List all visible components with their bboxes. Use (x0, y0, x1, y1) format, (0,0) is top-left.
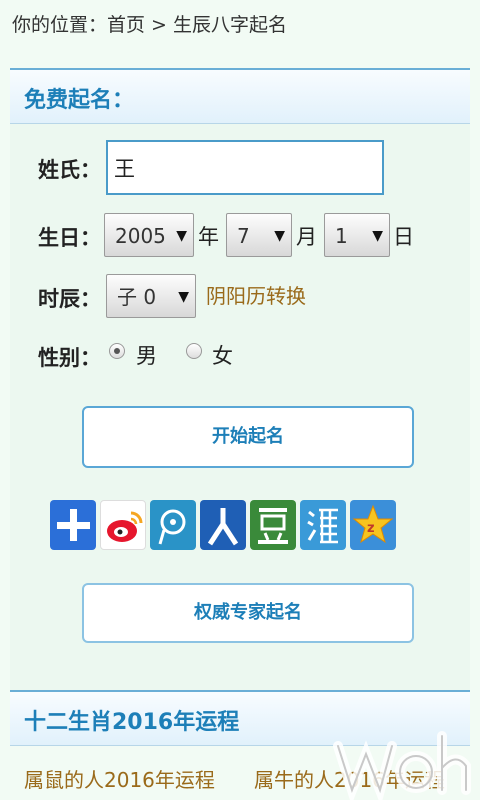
birthday-label: 生日： (38, 226, 101, 250)
qzone-plus-icon[interactable] (50, 500, 96, 550)
breadcrumb-separator: > (151, 14, 167, 36)
renren-icon[interactable] (200, 500, 246, 550)
gender-female-label[interactable]: 女 (212, 340, 233, 370)
birth-day-select[interactable]: 1 ▼ (324, 213, 390, 257)
birth-year-select[interactable]: 2005 ▼ (104, 213, 194, 257)
birth-month-dropdown-icon: ▼ (274, 228, 285, 244)
breadcrumb: 你的位置：首页 > 生辰八字起名 (12, 10, 287, 37)
zodiac-fortune-title: 十二生肖2016年运程 (24, 710, 240, 735)
birth-hour-dropdown-icon: ▼ (178, 289, 189, 305)
birth-day-dropdown-icon: ▼ (372, 228, 383, 244)
start-naming-button[interactable]: 开始起名 (82, 406, 414, 468)
breadcrumb-home-link[interactable]: 首页 (107, 14, 145, 36)
birth-hour-select[interactable]: 子 0 ▼ (106, 274, 196, 318)
gender-female-radio[interactable] (186, 343, 202, 359)
qzone-star-icon[interactable]: z (350, 500, 396, 550)
day-unit: 日 (393, 225, 414, 249)
birth-hour-value: 子 0 (117, 285, 157, 309)
birth-year-value: 2005 (115, 224, 166, 248)
month-unit: 月 (296, 225, 317, 249)
hour-label: 时辰： (38, 287, 101, 311)
birth-month-value: 7 (237, 224, 250, 248)
douban-icon[interactable] (250, 500, 296, 550)
gender-male-label[interactable]: 男 (136, 340, 157, 370)
free-naming-header: 免费起名： (10, 68, 470, 124)
ox-fortune-link[interactable]: 属牛的人2016年运程 (254, 764, 445, 793)
surname-label: 姓氏： (38, 158, 101, 182)
zodiac-fortune-header: 十二生肖2016年运程 (10, 690, 470, 746)
breadcrumb-prefix: 你的位置： (12, 14, 108, 36)
birth-year-dropdown-icon: ▼ (176, 228, 187, 244)
year-unit: 年 (198, 225, 219, 249)
gender-label: 性别： (38, 346, 101, 370)
calendar-convert-link[interactable]: 阴阳历转换 (206, 280, 306, 309)
surname-input[interactable] (106, 140, 384, 195)
kaixin-icon[interactable] (300, 500, 346, 550)
svg-text:z: z (367, 521, 375, 536)
tencent-weibo-icon[interactable] (150, 500, 196, 550)
birth-month-select[interactable]: 7 ▼ (226, 213, 292, 257)
gender-male-radio[interactable] (109, 343, 125, 359)
expert-naming-button[interactable]: 权威专家起名 (82, 583, 414, 643)
breadcrumb-current: 生辰八字起名 (172, 14, 287, 36)
rat-fortune-link[interactable]: 属鼠的人2016年运程 (24, 764, 215, 793)
free-naming-title: 免费起名： (24, 88, 135, 113)
weibo-icon[interactable] (100, 500, 146, 550)
birth-day-value: 1 (335, 224, 348, 248)
